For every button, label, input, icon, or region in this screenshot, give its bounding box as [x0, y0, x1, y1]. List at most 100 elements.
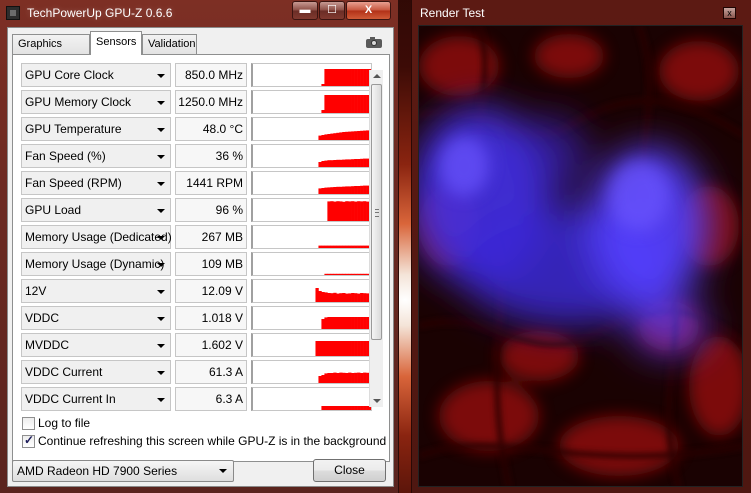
close-window-button[interactable]: X	[346, 1, 391, 20]
sensor-graph	[251, 306, 372, 330]
chevron-down-icon	[157, 236, 165, 240]
gpuz-titlebar[interactable]: TechPowerUp GPU-Z 0.6.6 ▬ ☐ X	[0, 0, 398, 27]
graph-bar	[333, 160, 337, 167]
graph-bar	[357, 201, 361, 221]
graph-bar	[327, 273, 331, 275]
graph-bar	[348, 341, 352, 356]
sensor-row: Memory Usage (Dedicated) 267 MB	[21, 225, 373, 249]
graph-bar	[321, 84, 325, 86]
graph-bar	[363, 317, 367, 329]
render-test-title: Render Test	[420, 6, 485, 20]
sensor-label-dropdown[interactable]: Memory Usage (Dedicated)	[21, 225, 172, 249]
graph-bar	[363, 158, 367, 167]
sensor-scrollbar[interactable]	[369, 70, 383, 407]
scroll-up-arrow-icon[interactable]	[373, 74, 381, 78]
sensor-label-dropdown[interactable]: Fan Speed (%)	[21, 144, 171, 168]
chevron-down-icon	[157, 155, 165, 159]
graph-bar	[342, 341, 346, 356]
graph-bar	[363, 245, 367, 248]
sensor-label-dropdown[interactable]: VDDC	[21, 306, 171, 330]
graph-bar	[327, 95, 331, 113]
graph-bar	[330, 373, 334, 383]
sensor-label-dropdown[interactable]: GPU Load	[21, 198, 171, 222]
sensor-row: Fan Speed (RPM) 1441 RPM	[21, 171, 373, 195]
graph-bar	[321, 245, 325, 248]
scroll-thumb[interactable]	[371, 84, 382, 340]
close-button[interactable]: Close	[313, 459, 386, 482]
sensor-label-dropdown[interactable]: GPU Temperature	[21, 117, 171, 141]
graph-bar	[345, 159, 349, 167]
log-to-file-box[interactable]	[22, 417, 35, 430]
graph-bar	[339, 245, 343, 248]
continue-refreshing-label: Continue refreshing this screen while GP…	[38, 434, 387, 448]
sensor-label-dropdown[interactable]: MVDDC	[21, 333, 171, 357]
chevron-down-icon	[157, 128, 165, 132]
grip-icon	[375, 209, 379, 217]
graph-bar	[330, 293, 334, 302]
graph-bar	[360, 273, 364, 275]
sensor-row: VDDC Current In 6.3 A	[21, 387, 373, 411]
graph-bar	[360, 293, 364, 302]
chevron-down-icon	[157, 317, 165, 321]
tab-graphics-card[interactable]: Graphics Card	[12, 34, 90, 68]
gpuz-client-area: Graphics Card Sensors Validation GPU Cor…	[7, 27, 394, 487]
maximize-button[interactable]: ☐	[319, 1, 345, 20]
gpu-select-value: AMD Radeon HD 7900 Series	[17, 464, 178, 478]
sensor-row: Memory Usage (Dynamic) 109 MB	[21, 252, 373, 276]
camera-icon[interactable]	[366, 37, 382, 48]
sensor-label: VDDC Current	[25, 365, 103, 379]
graph-bar	[351, 406, 355, 410]
scroll-down-arrow-icon[interactable]	[373, 399, 381, 403]
sensor-label-dropdown[interactable]: 12V	[21, 279, 171, 303]
sensor-label: VDDC	[25, 311, 60, 325]
graph-bar	[342, 69, 346, 86]
render-test-close-button[interactable]: x	[723, 7, 736, 19]
graph-bar	[345, 245, 349, 248]
graph-bar	[327, 160, 331, 167]
sensor-label-dropdown[interactable]: Fan Speed (RPM)	[21, 171, 171, 195]
graph-bar	[330, 69, 334, 86]
minimize-button[interactable]: ▬	[292, 1, 318, 20]
sensor-label-dropdown[interactable]: GPU Core Clock	[21, 63, 171, 87]
graph-bar	[360, 185, 364, 194]
graph-bar	[354, 245, 358, 248]
gpuz-app-icon	[6, 6, 20, 20]
graph-bar	[363, 341, 367, 356]
sensor-label-dropdown[interactable]: GPU Memory Clock	[21, 90, 171, 114]
graph-bar	[330, 317, 334, 329]
graph-bar	[357, 95, 361, 113]
sensor-label-dropdown[interactable]: VDDC Current	[21, 360, 171, 384]
graph-bar	[354, 201, 358, 221]
graph-bar	[339, 406, 343, 410]
graph-bar	[342, 159, 346, 167]
graph-bar	[336, 132, 340, 140]
graph-bar	[360, 158, 364, 167]
tab-validation[interactable]: Validation	[142, 34, 197, 54]
sensor-label-dropdown[interactable]: VDDC Current In	[21, 387, 171, 411]
chevron-down-icon	[157, 371, 165, 375]
graph-bar	[342, 406, 346, 410]
continue-refreshing-box[interactable]	[22, 433, 35, 448]
graph-bar	[321, 188, 325, 194]
graph-bar	[333, 273, 337, 275]
graph-bar	[360, 201, 364, 221]
tab-sensors[interactable]: Sensors	[90, 31, 142, 55]
graph-bar	[339, 341, 343, 356]
graph-bar	[333, 95, 337, 113]
sensor-label-dropdown[interactable]: Memory Usage (Dynamic)	[21, 252, 171, 276]
graph-bar	[324, 317, 328, 329]
graph-bar	[339, 159, 343, 167]
graph-bar	[357, 406, 361, 410]
graph-bar	[327, 317, 331, 329]
graph-bar	[321, 319, 325, 329]
graph-bar	[363, 95, 367, 113]
graph-bar	[324, 341, 328, 356]
gpu-select-dropdown[interactable]: AMD Radeon HD 7900 Series	[12, 460, 234, 482]
graph-bar	[333, 69, 337, 86]
sensor-label: GPU Memory Clock	[25, 95, 132, 109]
sensor-value: 1250.0 MHz	[175, 90, 247, 114]
sensor-graph	[251, 171, 372, 195]
graph-bar	[357, 293, 361, 302]
graph-bar	[339, 95, 343, 113]
graph-bar	[354, 159, 358, 167]
